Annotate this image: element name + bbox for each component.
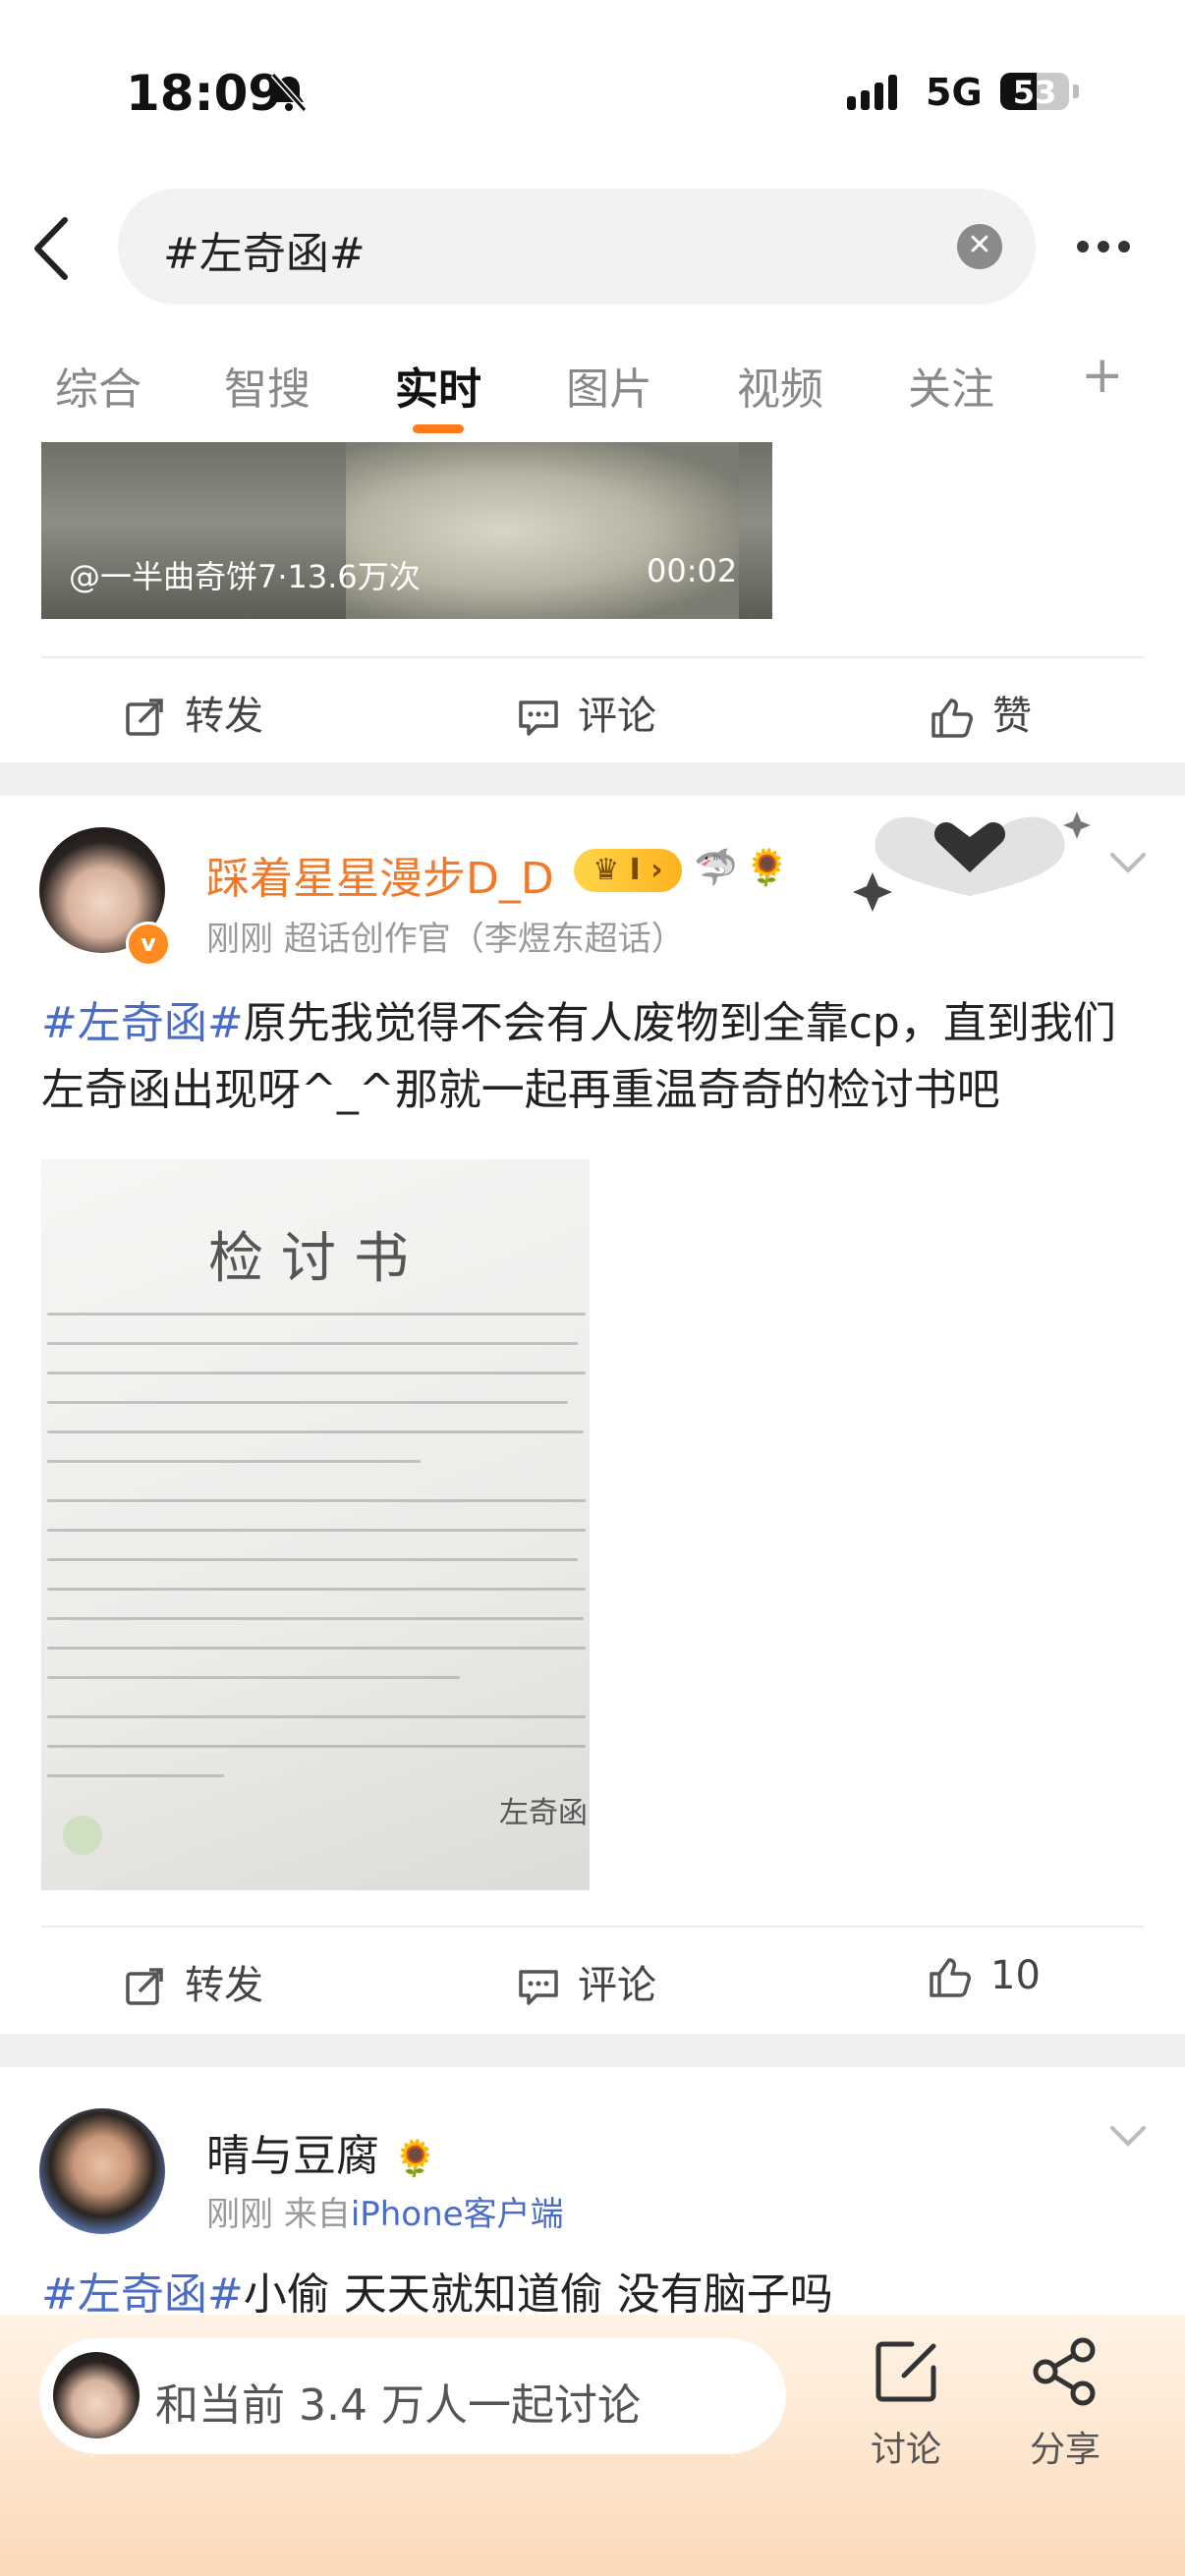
tab-following[interactable]: 关注 [908,354,994,417]
stamp-icon [63,1816,102,1855]
repost-button[interactable]: 转发 [124,1953,263,2010]
add-tab-icon[interactable]: + [1081,346,1124,405]
avatar [53,2352,140,2438]
battery-icon: 53 [1000,73,1069,110]
tab-realtime[interactable]: 实时 [395,354,481,417]
post-author-name[interactable]: 晴与豆腐 🌻 [206,2120,437,2183]
comment-button[interactable]: 评论 [517,684,656,741]
post-author-name-text: 晴与豆腐 [206,2131,379,2181]
share-icon[interactable] [1026,2332,1104,2411]
divider [41,656,1144,658]
verified-badge-icon: v [126,922,171,967]
divider [41,1926,1144,1928]
chevron-down-icon[interactable] [1108,849,1148,878]
post-source: 超话创作官（李煜东超话） [283,920,685,959]
post-time: 刚刚 [206,920,273,959]
comment-label: 评论 [578,1963,656,2008]
thumbs-up-icon [930,1958,971,1997]
repost-icon [126,1968,163,2005]
discuss-prompt[interactable]: 和当前 3.4 万人一起讨论 [155,2370,641,2433]
chevron-down-icon[interactable] [1108,2122,1148,2152]
vip-level-badge: ♛ I › [574,849,682,892]
topic-link[interactable]: #左奇函# [41,2269,244,2320]
section-gap [0,762,1185,796]
comment-label: 评论 [578,694,656,739]
post-image[interactable]: 检讨书 左奇函 [41,1159,590,1890]
letter-signature: 左奇函 [499,1796,588,1830]
thumbs-up-icon [931,699,973,738]
status-time: 18:09 [126,65,283,122]
comment-button[interactable]: 评论 [517,1953,656,2010]
topic-link[interactable]: #左奇函# [41,998,244,1048]
post-author-name[interactable]: 踩着星星漫步D_D [206,843,554,906]
cellular-signal-icon [847,75,902,110]
share-label[interactable]: 分享 [1030,2421,1100,2472]
post-source[interactable]: iPhone客户端 [351,2195,564,2234]
like-button[interactable]: 10 [928,1953,1041,1999]
like-button[interactable]: 赞 [930,684,1032,741]
video-author-views: @一半曲奇饼7·13.6万次 [69,558,421,595]
repost-label: 转发 [185,694,263,739]
tab-images[interactable]: 图片 [566,354,652,417]
discuss-label[interactable]: 讨论 [871,2421,941,2472]
like-count: 10 [990,1953,1041,1998]
search-input[interactable]: #左奇函# [163,218,366,281]
post-meta: 刚刚 超话创作官（李煜东超话） [206,912,685,960]
repost-icon [126,699,163,736]
active-tab-indicator [413,424,464,433]
battery-tip [1073,84,1079,98]
bell-muted-icon [270,73,308,112]
battery-percent: 53 [1012,74,1057,110]
more-options-icon[interactable] [1077,238,1139,256]
repost-button[interactable]: 转发 [124,684,263,741]
post-source-prefix: 来自 [283,2195,351,2234]
like-label: 赞 [992,694,1032,739]
post-body: #左奇函#原先我觉得不会有人废物到全靠cp，直到我们左奇函出现呀^_^那就一起再… [41,990,1152,1124]
network-type: 5G [926,71,983,114]
tab-videos[interactable]: 视频 [737,354,823,417]
tab-smart-search[interactable]: 智搜 [224,354,310,417]
comment-icon [519,1970,558,2005]
avatar[interactable] [39,2108,165,2234]
post-text: 小偷 天天就知道偷 没有脑子吗 [243,2269,833,2320]
tab-comprehensive[interactable]: 综合 [55,354,141,417]
post-time: 刚刚 [206,2195,273,2234]
shark-emoji-icon: 🦈 [694,848,738,888]
clear-search-icon[interactable]: ✕ [957,224,1002,269]
post-meta: 刚刚 来自iPhone客户端 [206,2187,564,2235]
letter-title: 检讨书 [208,1227,426,1291]
comment-icon [519,700,558,736]
sunflower-icon: 🌻 [393,2139,437,2179]
repost-label: 转发 [185,1963,263,2008]
back-arrow-icon[interactable] [29,214,73,283]
video-duration: 00:02 [647,552,738,589]
sunflower-icon: 🌻 [745,848,789,888]
decorative-heart-wings-icon [853,812,1091,912]
section-gap [0,2034,1185,2067]
compose-icon[interactable] [869,2332,947,2411]
vip-level: I [629,853,641,887]
